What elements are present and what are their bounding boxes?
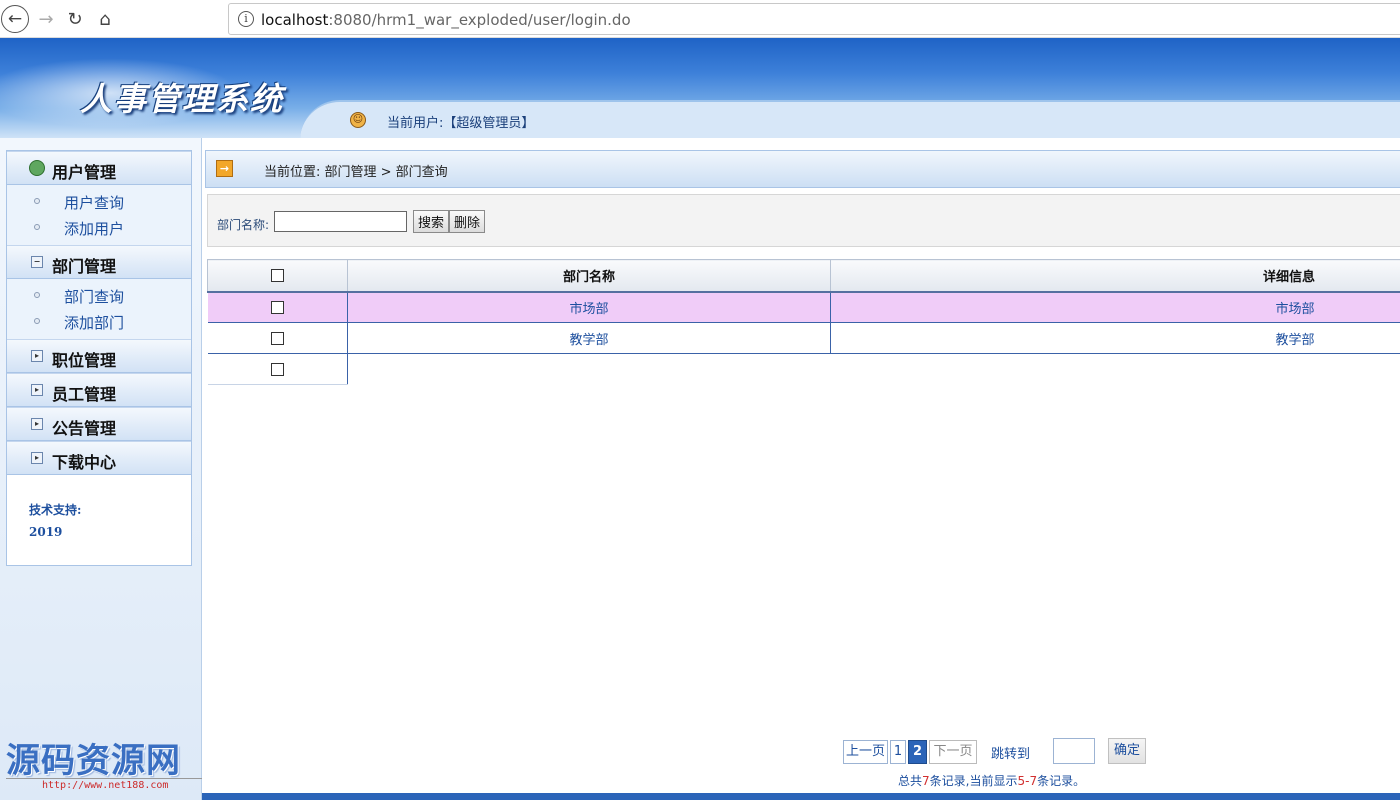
home-icon[interactable]: ⌂: [92, 6, 118, 32]
sidebar: 用户管理 用户查询 添加用户 − 部门管理 部门查询 添加部门 ▸ 职位管理 ▸…: [0, 138, 202, 800]
row-check-cell: [207, 353, 348, 385]
empty-cell: [831, 354, 1400, 385]
dept-detail-cell[interactable]: 市场部: [830, 291, 1400, 323]
row-checkbox[interactable]: [270, 362, 284, 376]
forward-arrow-icon[interactable]: →: [33, 6, 59, 32]
empty-cell: [348, 354, 831, 385]
bullet-icon: [34, 318, 40, 324]
sidebar-item-user-query[interactable]: 用户查询: [7, 189, 191, 215]
sidebar-group-notice[interactable]: ▸ 公告管理: [7, 407, 191, 441]
expand-icon: ▸: [31, 452, 43, 464]
row-checkbox[interactable]: [270, 331, 284, 345]
page-2-button[interactable]: 2: [908, 740, 927, 764]
dept-name-input[interactable]: [274, 211, 407, 232]
url-text: localhost:8080/hrm1_war_exploded/user/lo…: [261, 11, 631, 29]
table-row[interactable]: 教学部 教学部: [207, 322, 1400, 354]
column-header-detail: 详细信息: [830, 259, 1400, 293]
bottom-bar: [202, 793, 1400, 800]
table-header-row: 部门名称 详细信息: [207, 259, 1400, 293]
collapse-icon: −: [31, 256, 43, 268]
sidebar-submenu-user: 用户查询 添加用户: [7, 185, 191, 245]
select-all-cell: [207, 259, 348, 293]
sidebar-item-add-user[interactable]: 添加用户: [7, 215, 191, 241]
jump-to-label: 跳转到: [991, 747, 1031, 762]
table-row[interactable]: 市场部 市场部: [207, 291, 1400, 323]
row-check-cell: [207, 291, 348, 323]
bullet-icon: [34, 224, 40, 230]
user-avatar-icon: ☺: [350, 112, 366, 128]
bullet-icon: [34, 292, 40, 298]
expand-icon: ▸: [31, 350, 43, 362]
table-row-empty: [207, 353, 1400, 385]
globe-icon: [29, 160, 45, 176]
breadcrumb: → 当前位置: 部门管理 > 部门查询: [205, 150, 1400, 188]
breadcrumb-text: 当前位置: 部门管理 > 部门查询: [264, 165, 448, 180]
jump-confirm-button[interactable]: 确定: [1108, 738, 1146, 764]
tech-support-year: 2019: [29, 525, 63, 539]
column-header-name: 部门名称: [347, 259, 831, 293]
browser-toolbar: ← → ↻ ⌂ i localhost:8080/hrm1_war_explod…: [0, 0, 1400, 38]
delete-button[interactable]: 删除: [449, 210, 486, 233]
sidebar-item-dept-query[interactable]: 部门查询: [7, 283, 191, 309]
jump-page-input[interactable]: [1053, 738, 1095, 764]
address-bar[interactable]: i localhost:8080/hrm1_war_exploded/user/…: [228, 3, 1400, 35]
sidebar-group-download[interactable]: ▸ 下载中心: [7, 441, 191, 475]
search-button[interactable]: 搜索: [413, 210, 450, 233]
system-title: 人事管理系统: [80, 80, 285, 118]
select-all-checkbox[interactable]: [271, 268, 284, 282]
header-banner: 人事管理系统 ☺ 当前用户:【超级管理员】: [0, 38, 1400, 138]
page-1-button[interactable]: 1: [890, 740, 906, 764]
dept-table: 部门名称 详细信息 市场部 市场部 教学部 教学部: [207, 259, 1400, 385]
row-checkbox[interactable]: [270, 300, 284, 314]
info-icon[interactable]: i: [238, 11, 254, 27]
sidebar-item-add-dept[interactable]: 添加部门: [7, 309, 191, 335]
tech-support: 技术支持: 2019: [7, 475, 191, 565]
watermark-title: 源码资源网: [6, 741, 181, 781]
row-check-cell: [207, 322, 348, 354]
sidebar-menu: 用户管理 用户查询 添加用户 − 部门管理 部门查询 添加部门 ▸ 职位管理 ▸…: [6, 150, 192, 566]
expand-icon: ▸: [31, 384, 43, 396]
expand-icon: ▸: [31, 418, 43, 430]
search-panel: 部门名称: 搜索 删除: [207, 194, 1400, 247]
sidebar-group-job[interactable]: ▸ 职位管理: [7, 339, 191, 373]
sidebar-group-employee[interactable]: ▸ 员工管理: [7, 373, 191, 407]
next-page-button[interactable]: 下一页: [929, 740, 977, 764]
prev-page-button[interactable]: 上一页: [843, 740, 888, 764]
sidebar-group-dept[interactable]: − 部门管理: [7, 245, 191, 279]
sidebar-group-user[interactable]: 用户管理: [7, 151, 191, 185]
arrow-right-icon: →: [216, 160, 233, 177]
current-user-label: 当前用户:【超级管理员】: [387, 116, 535, 131]
watermark-url: http://www.net188.com: [6, 778, 202, 791]
back-arrow-icon[interactable]: ←: [1, 5, 29, 33]
dept-detail-cell[interactable]: 教学部: [830, 322, 1400, 354]
tech-support-label: 技术支持:: [29, 503, 82, 517]
dept-name-cell: 教学部: [347, 322, 831, 354]
bullet-icon: [34, 198, 40, 204]
sidebar-submenu-dept: 部门查询 添加部门: [7, 279, 191, 339]
dept-name-cell: 市场部: [347, 291, 831, 323]
pager-summary: 总共7条记录,当前显示5-7条记录。: [898, 774, 1086, 788]
dept-name-label: 部门名称:: [217, 218, 270, 232]
reload-icon[interactable]: ↻: [62, 6, 88, 32]
